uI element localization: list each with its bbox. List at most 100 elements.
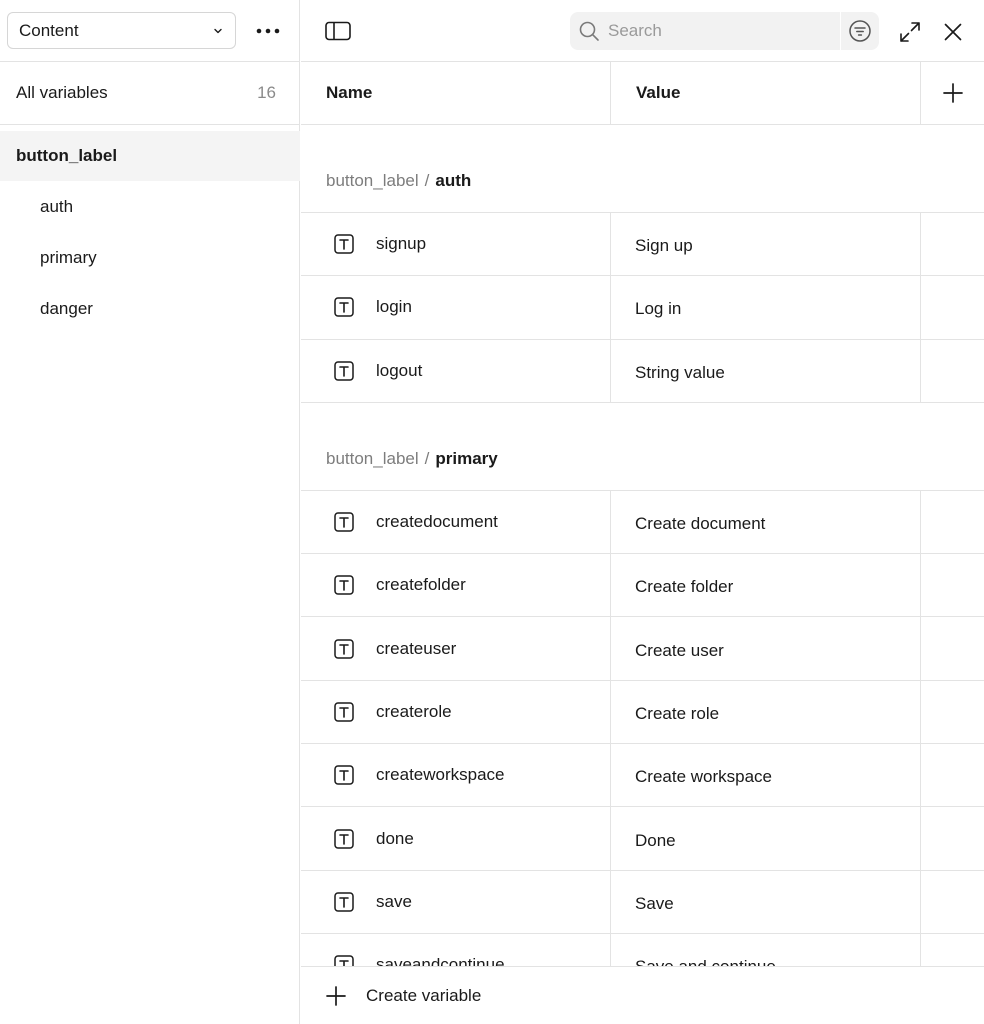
table-row[interactable]: createfolder Create folder: [301, 554, 984, 618]
variables-table-body[interactable]: button_label / auth signup Sign up login…: [301, 125, 984, 966]
variable-value-cell[interactable]: Create user: [611, 617, 921, 680]
sidebar-group-danger[interactable]: danger: [0, 283, 300, 334]
group-path-separator: /: [424, 171, 430, 190]
variable-value-cell[interactable]: Create folder: [611, 554, 921, 617]
variable-value-cell[interactable]: Log in: [611, 276, 921, 339]
variable-name: createdocument: [376, 512, 498, 532]
add-column-button[interactable]: [921, 62, 984, 124]
sidebar-group-button-label[interactable]: button_label: [0, 131, 300, 181]
more-options-button[interactable]: [250, 14, 286, 48]
toolbar: [301, 0, 984, 62]
variable-value-cell[interactable]: Create workspace: [611, 744, 921, 807]
group-path-separator: /: [424, 448, 430, 468]
text-type-icon: [334, 512, 354, 532]
table-row[interactable]: saveandcontinue Save and continue: [301, 933, 984, 966]
close-button[interactable]: [938, 17, 968, 47]
variable-name-cell[interactable]: createuser: [301, 617, 611, 680]
filter-icon: [849, 20, 871, 42]
sidebar-group-auth[interactable]: auth: [0, 181, 300, 232]
variable-name-cell[interactable]: signup: [301, 213, 611, 276]
chevron-down-icon: [214, 28, 222, 33]
variable-value: Create document: [635, 514, 766, 534]
expand-button[interactable]: [895, 17, 925, 47]
variable-value-cell[interactable]: String value: [611, 339, 921, 402]
all-variables-item[interactable]: All variables 16: [0, 62, 300, 125]
variable-name: createuser: [376, 638, 457, 658]
variable-value: Create workspace: [635, 767, 773, 787]
table-row[interactable]: createworkspace Create workspace: [301, 744, 984, 808]
variable-name-cell[interactable]: save: [301, 870, 611, 933]
variable-name-cell[interactable]: logout: [301, 339, 611, 402]
variable-value: Create user: [635, 640, 724, 660]
table-row[interactable]: login Log in: [301, 276, 984, 340]
group-list: button_label auth primary danger: [0, 131, 300, 334]
variable-name: login: [376, 297, 412, 317]
collection-select[interactable]: Content: [7, 12, 236, 49]
variables-dialog: Content All variables 16 button_label au…: [0, 0, 984, 1024]
table-row[interactable]: createuser Create user: [301, 617, 984, 681]
create-variable-label: Create variable: [366, 985, 482, 1005]
variable-value-cell[interactable]: Create document: [611, 490, 921, 554]
text-type-icon: [334, 892, 354, 912]
sidebar-panel-icon: [325, 21, 351, 41]
variable-value-cell[interactable]: Create role: [611, 680, 921, 744]
table-row[interactable]: save Save: [301, 870, 984, 934]
variable-value-cell[interactable]: Save: [611, 870, 921, 933]
group-name: primary: [435, 448, 498, 468]
toggle-sidebar-button[interactable]: [323, 17, 353, 45]
main-panel: Name Value button_label / auth signup Si…: [301, 0, 984, 1024]
text-type-icon: [334, 955, 354, 966]
variable-value: Save and continue: [635, 957, 776, 966]
variable-name: createfolder: [376, 575, 466, 595]
empty-cell: [921, 681, 984, 743]
search-input[interactable]: [608, 12, 840, 50]
all-variables-label: All variables: [16, 83, 108, 102]
empty-cell: [921, 491, 984, 553]
variable-value: Create folder: [635, 577, 734, 597]
variable-value-cell[interactable]: Sign up: [611, 213, 921, 276]
variable-name-cell[interactable]: done: [301, 807, 611, 870]
variable-name-cell[interactable]: login: [301, 276, 611, 339]
text-type-icon: [334, 360, 354, 381]
variable-value: Create role: [635, 703, 720, 723]
variable-value: Done: [635, 830, 676, 850]
group-header-auth: button_label / auth: [301, 125, 984, 213]
text-type-icon: [334, 297, 354, 318]
column-header-value[interactable]: Value: [611, 62, 921, 124]
expand-icon: [900, 22, 920, 42]
sidebar-group-label: danger: [40, 298, 93, 318]
group-name: auth: [435, 171, 472, 190]
text-type-icon: [334, 638, 354, 659]
variable-value: Sign up: [635, 236, 693, 256]
table-row[interactable]: createrole Create role: [301, 680, 984, 745]
table-row[interactable]: logout String value: [301, 339, 984, 403]
filter-button[interactable]: [841, 12, 879, 50]
variable-name: logout: [376, 360, 423, 380]
search-icon: [570, 20, 608, 42]
create-variable-button[interactable]: Create variable: [301, 966, 984, 1024]
column-header-name[interactable]: Name: [301, 62, 611, 124]
variable-name-cell[interactable]: saveandcontinue: [301, 933, 611, 966]
group-header-primary: button_label / primary: [301, 403, 984, 491]
variable-name-cell[interactable]: createdocument: [301, 490, 611, 554]
empty-cell: [921, 340, 984, 402]
variable-name-cell[interactable]: createworkspace: [301, 744, 611, 807]
sidebar-group-label: button_label: [16, 146, 118, 165]
empty-cell: [921, 934, 984, 966]
variable-name: save: [376, 891, 412, 911]
table-row[interactable]: signup Sign up: [301, 213, 984, 277]
variable-name: createworkspace: [376, 765, 505, 785]
variable-name-cell[interactable]: createrole: [301, 680, 611, 744]
variable-value-cell[interactable]: Save and continue: [611, 933, 921, 966]
more-horizontal-icon: [256, 28, 280, 34]
sidebar-group-primary[interactable]: primary: [0, 232, 300, 283]
sidebar: Content All variables 16 button_label au…: [0, 0, 300, 1024]
variable-name-cell[interactable]: createfolder: [301, 554, 611, 617]
empty-cell: [921, 554, 984, 616]
empty-cell: [921, 871, 984, 933]
variable-value-cell[interactable]: Done: [611, 807, 921, 870]
table-row[interactable]: done Done: [301, 807, 984, 871]
variable-name: createrole: [376, 701, 452, 721]
variable-name: signup: [376, 234, 427, 254]
table-row[interactable]: createdocument Create document: [301, 490, 984, 555]
